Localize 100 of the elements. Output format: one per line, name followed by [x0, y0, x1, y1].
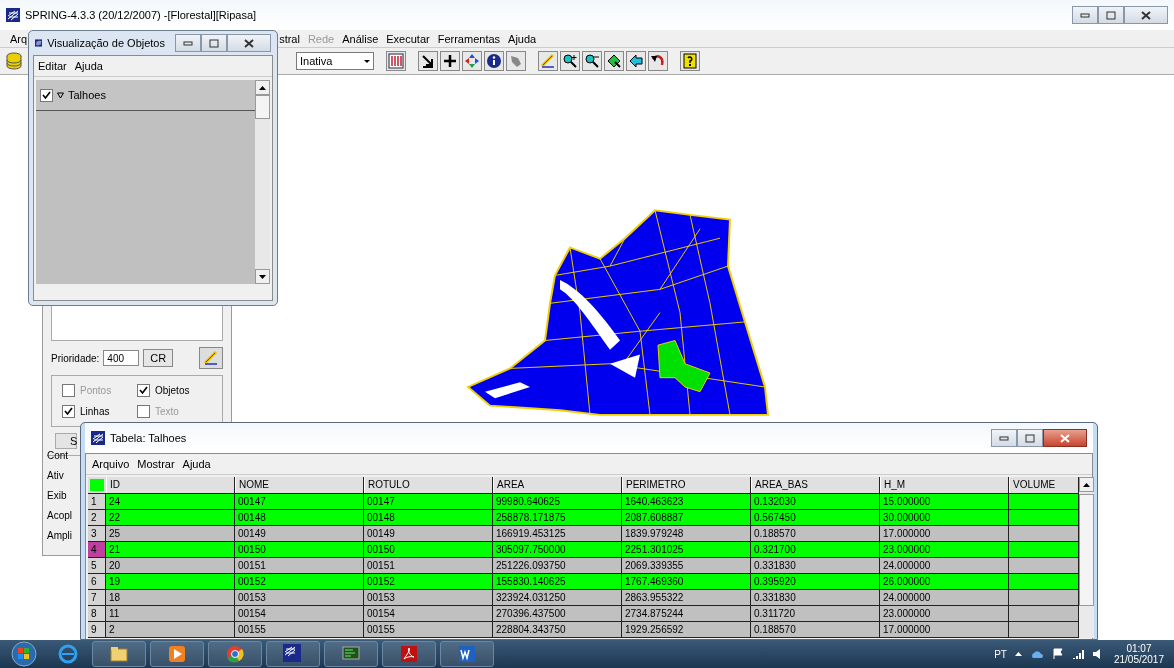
- table-cell: 99980.640625: [493, 494, 622, 509]
- play-icon: [167, 644, 187, 664]
- column-header[interactable]: VOLUME: [1009, 477, 1079, 493]
- flag-icon: [1051, 648, 1064, 660]
- row-number[interactable]: 5: [88, 558, 106, 573]
- taskbar-button[interactable]: [92, 641, 146, 667]
- info-button[interactable]: [484, 51, 504, 71]
- row-number[interactable]: 6: [88, 574, 106, 589]
- arrow-button[interactable]: [418, 51, 438, 71]
- table-row[interactable]: 6 19 00152 00152 155830.140625 1767.469360 0.395920 26.000000: [88, 574, 1079, 590]
- table-row[interactable]: 7 18 00153 00153 323924.031250 2863.955322 0.331830 24.000000: [88, 590, 1079, 606]
- row-number[interactable]: 1: [88, 494, 106, 509]
- down-arrow-icon: [259, 274, 266, 279]
- table-row[interactable]: 9 2 00155 00155 228804.343750 1929.256592 0.188570 17.000000: [88, 622, 1079, 638]
- maximize-button[interactable]: [1098, 6, 1124, 24]
- column-header[interactable]: ROTULO: [364, 477, 493, 493]
- table-row[interactable]: 3 25 00149 00149 166919.453125 1839.979248 0.188570 17.000000: [88, 526, 1079, 542]
- list-box[interactable]: [51, 305, 223, 341]
- menu-item[interactable]: Editar: [38, 60, 67, 72]
- menu-item[interactable]: Arquivo: [92, 458, 130, 470]
- table-cell: 2087.608887: [622, 510, 751, 525]
- menu-item[interactable]: Ajuda: [182, 458, 211, 470]
- table-cell: 17.000000: [880, 622, 1009, 637]
- row-number[interactable]: 8: [88, 606, 106, 621]
- close-button[interactable]: [227, 34, 271, 52]
- column-header[interactable]: PERIMETRO: [622, 477, 751, 493]
- table-cell: 166919.453125: [493, 526, 622, 541]
- table-row[interactable]: 8 11 00154 00154 270396.437500 2734.875244 0.311720 23.000000: [88, 606, 1079, 622]
- taskbar-button[interactable]: [266, 641, 320, 667]
- close-icon: [1060, 433, 1070, 443]
- language-indicator[interactable]: PT: [994, 648, 1007, 660]
- menu-item[interactable]: Ajuda: [508, 32, 537, 45]
- menu-item[interactable]: Ajuda: [74, 60, 103, 72]
- tab[interactable]: S: [55, 433, 77, 449]
- cr-button[interactable]: CR: [143, 349, 174, 367]
- move-button[interactable]: [462, 51, 482, 71]
- column-header[interactable]: H_M: [880, 477, 1009, 493]
- checkbox[interactable]: [40, 88, 53, 102]
- menu-item[interactable]: Mostrar: [137, 458, 175, 470]
- pen-button[interactable]: [199, 347, 223, 369]
- table-row[interactable]: 1 24 00147 00147 99980.640625 1640.463623 0.132030 15.000000: [88, 494, 1079, 510]
- info-icon: [486, 53, 502, 69]
- table-row[interactable]: 5 20 00151 00151 251226.093750 2069.339355 0.331830 24.000000: [88, 558, 1079, 574]
- row-number[interactable]: 9: [88, 622, 106, 637]
- zoom-out-button[interactable]: [582, 51, 602, 71]
- column-header[interactable]: AREA_BAS: [751, 477, 880, 493]
- table-cell: 0.132030: [751, 494, 880, 509]
- checkbox[interactable]: [137, 384, 150, 397]
- maximize-button[interactable]: [1017, 429, 1043, 447]
- pencil-button[interactable]: [538, 51, 558, 71]
- row-number[interactable]: 2: [88, 510, 106, 525]
- close-button[interactable]: [1124, 6, 1168, 24]
- column-header[interactable]: ID: [106, 477, 235, 493]
- app-icon: [91, 431, 105, 445]
- zoom-button[interactable]: [604, 51, 624, 71]
- table-cell: 1839.979248: [622, 526, 751, 541]
- priority-field[interactable]: 400: [103, 350, 140, 366]
- window-title: SPRING-4.3.3 (20/12/2007) -[Florestal][Ripasa]: [25, 9, 257, 21]
- taskbar-button[interactable]: [440, 641, 494, 667]
- tree-item[interactable]: Talhoes: [36, 80, 255, 111]
- help-button[interactable]: [680, 51, 700, 71]
- menu-item[interactable]: stral: [279, 32, 300, 45]
- table-cell: 26.000000: [880, 574, 1009, 589]
- scrollbar[interactable]: [255, 80, 270, 284]
- table-cell: 2863.955322: [622, 590, 751, 605]
- row-number[interactable]: 4: [88, 542, 106, 557]
- field-label: Ampli: [47, 530, 72, 541]
- mode-dropdown[interactable]: Inativa: [296, 52, 374, 70]
- maximize-button[interactable]: [201, 34, 227, 52]
- minimize-button[interactable]: [991, 429, 1017, 447]
- minimize-button[interactable]: [1072, 6, 1098, 24]
- table-row[interactable]: 2 22 00148 00148 258878.171875 2087.608887 0.567450 30.000000: [88, 510, 1079, 526]
- scroll-thumb[interactable]: [255, 95, 270, 119]
- menu-item[interactable]: Arq: [10, 32, 28, 45]
- priority-label: Prioridade:: [51, 352, 100, 364]
- close-button[interactable]: [1043, 429, 1087, 447]
- undo-button[interactable]: [648, 51, 668, 71]
- checkbox[interactable]: [62, 405, 75, 418]
- taskbar-button[interactable]: [208, 641, 262, 667]
- menu-item[interactable]: Executar: [386, 32, 430, 45]
- move-icon: [464, 53, 480, 69]
- table-cell: 00154: [364, 606, 493, 621]
- table-cell: 21: [106, 542, 235, 557]
- table-cell: 00153: [364, 590, 493, 605]
- column-header[interactable]: NOME: [235, 477, 364, 493]
- minimize-button[interactable]: [175, 34, 201, 52]
- table-row[interactable]: 4 21 00150 00150 305097.750000 2251.301025 0.321700 23.000000: [88, 542, 1079, 558]
- menu-item[interactable]: Ferramentas: [437, 32, 501, 45]
- column-header[interactable]: AREA: [493, 477, 622, 493]
- checkbox-label: Objetos: [155, 385, 190, 396]
- scroll-thumb[interactable]: [1079, 494, 1094, 606]
- scrollbar[interactable]: [1079, 477, 1094, 638]
- row-number[interactable]: 3: [88, 526, 106, 541]
- back-arrow-button[interactable]: [626, 51, 646, 71]
- plus-button[interactable]: [440, 51, 460, 71]
- menu-item[interactable]: Análise: [342, 32, 379, 45]
- zoom-in-button[interactable]: [560, 51, 580, 71]
- bars-button[interactable]: [386, 51, 406, 71]
- taskbar-button[interactable]: [150, 641, 204, 667]
- row-number[interactable]: 7: [88, 590, 106, 605]
